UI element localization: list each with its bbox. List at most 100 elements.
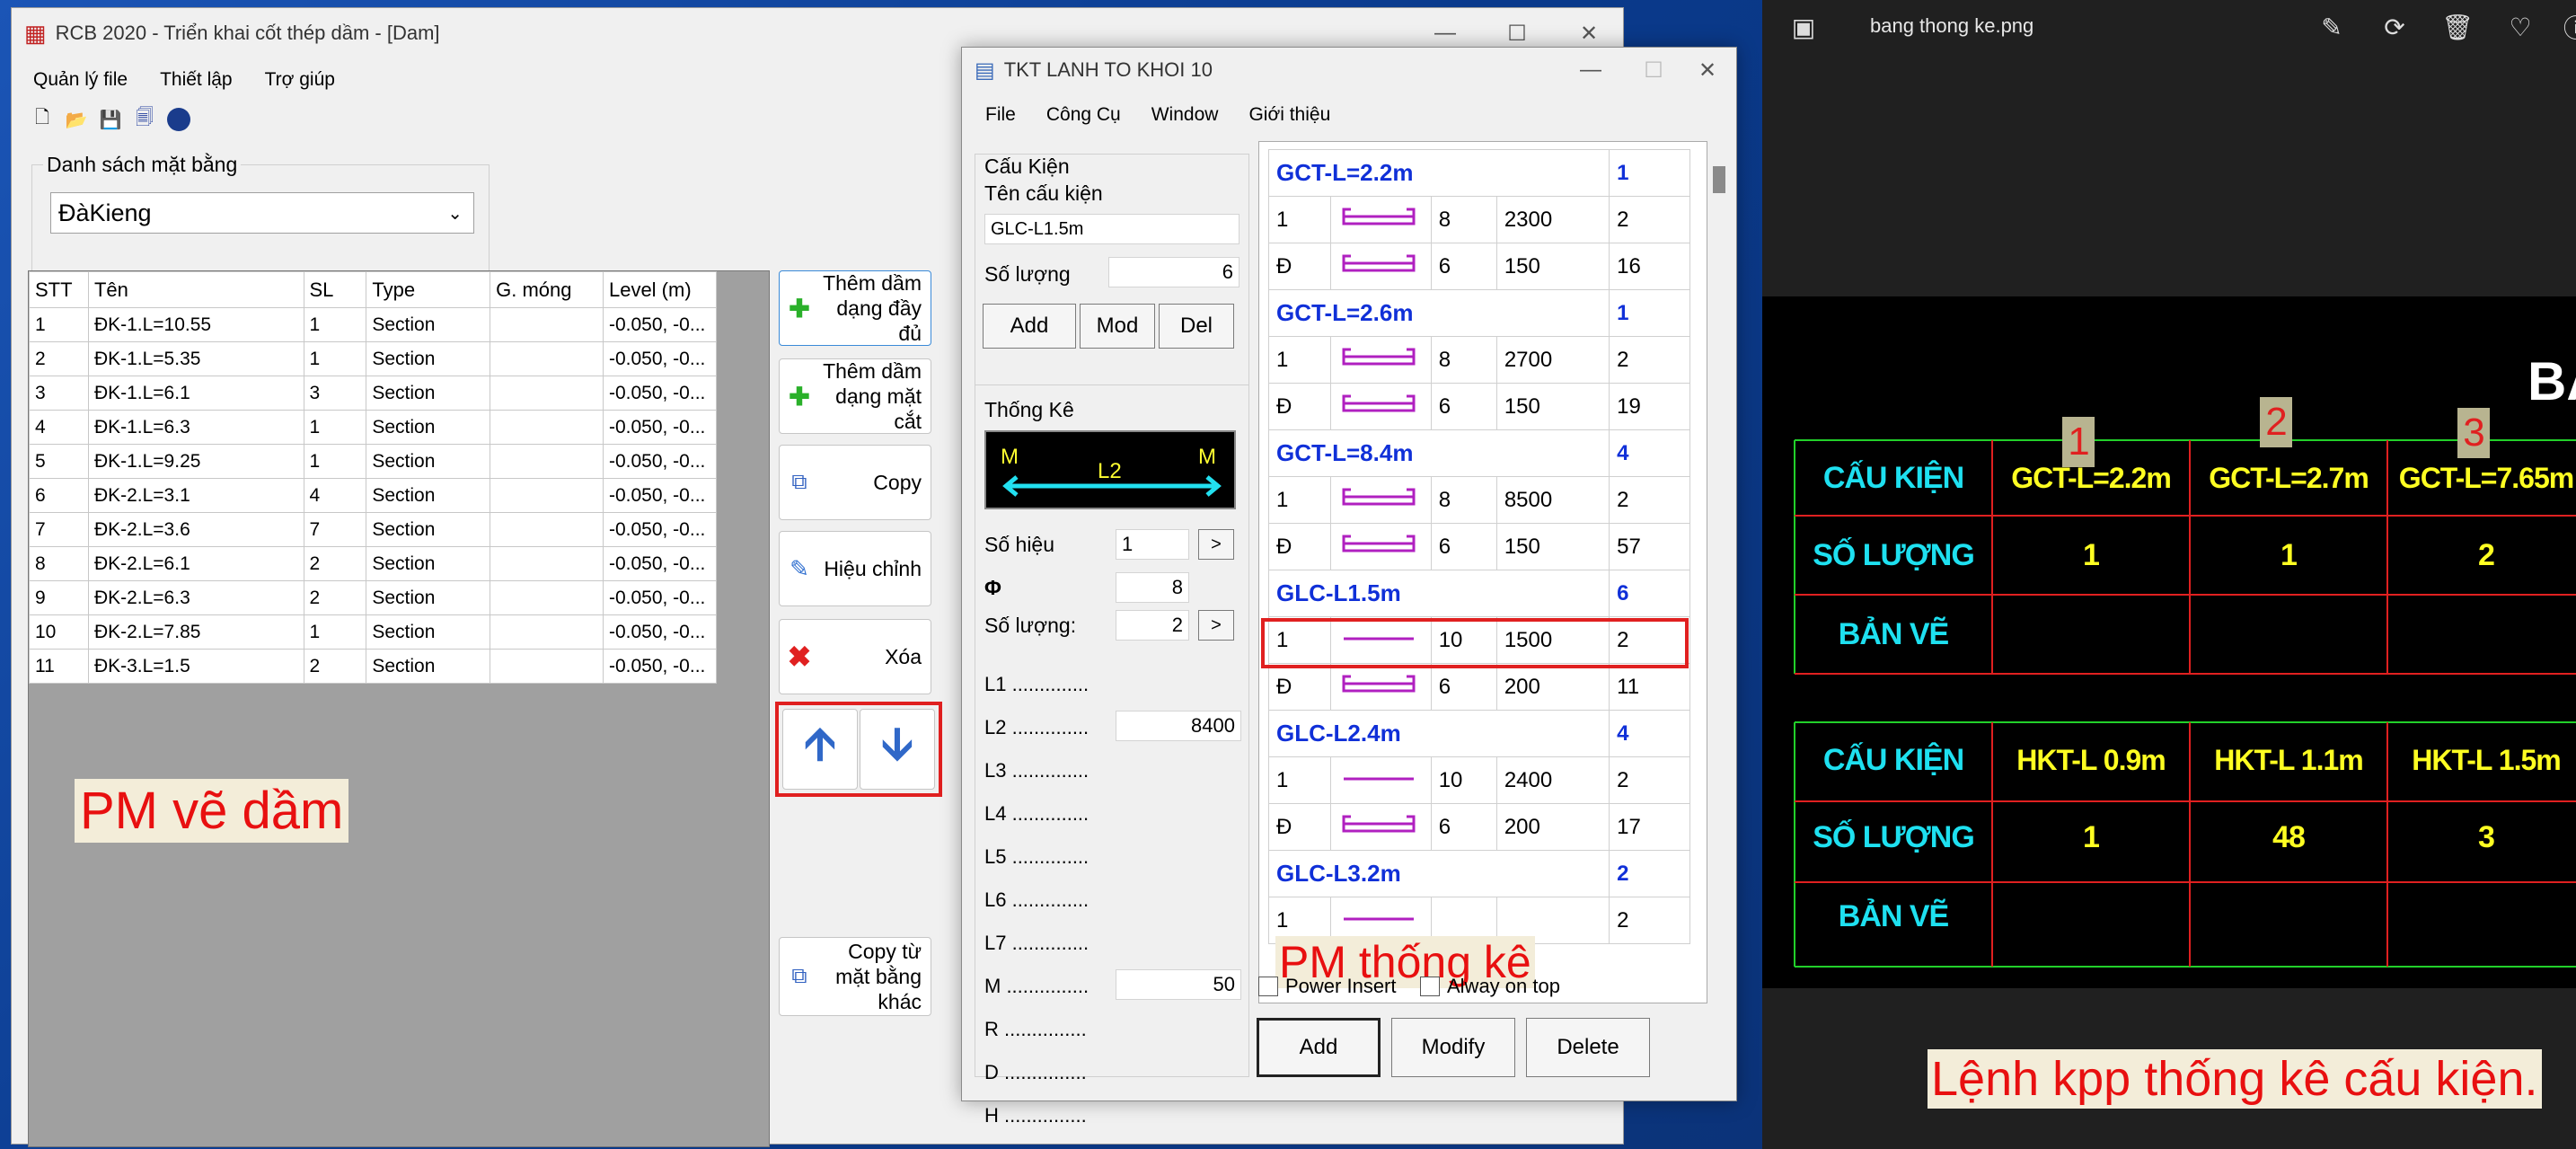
gallery-icon[interactable]: ▣	[1787, 11, 1820, 43]
stat-cell: 2	[1609, 897, 1690, 944]
phi-input[interactable]: 8	[1116, 572, 1189, 603]
bottom-modify-button[interactable]: Modify	[1391, 1018, 1515, 1077]
table-cell: 1	[303, 307, 367, 342]
ten-cau-kien-input[interactable]: GLC-L1.5m	[984, 214, 1239, 244]
column-header[interactable]: G. móng	[490, 271, 604, 308]
stat-detail-row[interactable]: 1 8 8500 2	[1268, 476, 1690, 524]
power-insert-checkbox[interactable]: Power Insert	[1258, 975, 1397, 998]
menu-file[interactable]: Quản lý file	[33, 69, 128, 91]
move-down-button[interactable]: 🡫	[860, 709, 935, 790]
edit-button[interactable]: ✎ Hiệu chỉnh	[779, 531, 931, 606]
table-cell: ĐK-1.L=9.25	[87, 444, 304, 479]
stat-detail-row[interactable]: Đ 6 200 17	[1268, 803, 1690, 851]
so-luong-input[interactable]: 6	[1108, 257, 1239, 287]
delete-icon[interactable]: 🗑	[2441, 11, 2474, 43]
column-header[interactable]: STT	[29, 271, 89, 308]
stat-detail-row[interactable]: 1 8 2700 2	[1268, 336, 1690, 384]
stat-detail-row[interactable]: Đ 6 200 11	[1268, 663, 1690, 711]
stat-mark: Đ	[1268, 523, 1331, 570]
mod-cau-kien-button[interactable]: Mod	[1080, 304, 1155, 349]
open-folder-icon[interactable]: 📂	[64, 107, 89, 132]
annotation-lenh-kpp: Lệnh kpp thống kê cấu kiện.	[1928, 1049, 2542, 1109]
so-luong2-input[interactable]: 2	[1116, 610, 1189, 641]
table-row[interactable]: 9 ĐK-2.L=6.3 2 Section -0.050, -0...	[29, 580, 718, 615]
tkt-menu-file[interactable]: File	[985, 104, 1016, 126]
cad-component-name: HKT-L 0.9m	[2016, 743, 2166, 776]
bottom-delete-button[interactable]: Delete	[1526, 1018, 1650, 1077]
dimension-input[interactable]: 8400	[1116, 711, 1241, 741]
add-full-beam-button[interactable]: ✚ Thêm dầm dạng đầy đủ	[779, 270, 931, 346]
new-file-icon[interactable]: 🗋	[30, 107, 55, 132]
so-luong-next-button[interactable]: >	[1198, 610, 1234, 641]
viewer-filename: bang thong ke.png	[1870, 14, 2034, 37]
tkt-menu-tools[interactable]: Công Cụ	[1046, 104, 1121, 126]
menu-settings[interactable]: Thiết lập	[160, 69, 233, 91]
tkt-minimize-button[interactable]: —	[1555, 48, 1627, 93]
table-row[interactable]: 4 ĐK-1.L=6.3 1 Section -0.050, -0...	[29, 410, 718, 445]
bottom-add-button[interactable]: Add	[1257, 1018, 1381, 1077]
column-header[interactable]: Tên	[87, 271, 304, 308]
rebar-shape-icon	[1329, 523, 1432, 570]
about-icon[interactable]	[166, 107, 191, 132]
stat-group-row[interactable]: GLC-L3.2m 2	[1267, 850, 1690, 897]
tkt-close-button[interactable]: ✕	[1672, 48, 1743, 93]
menu-help[interactable]: Trợ giúp	[265, 69, 335, 91]
stat-group-row[interactable]: GCT-L=2.2m 1	[1267, 149, 1690, 197]
table-row[interactable]: 6 ĐK-2.L=3.1 4 Section -0.050, -0...	[29, 478, 718, 513]
table-row[interactable]: 1 ĐK-1.L=10.55 1 Section -0.050, -0...	[29, 307, 718, 342]
stat-cell: 6	[1430, 803, 1497, 851]
stat-detail-row[interactable]: Đ 6 150 57	[1268, 523, 1690, 570]
edit-image-icon[interactable]: ✎	[2316, 11, 2348, 43]
add-section-beam-button[interactable]: ✚ Thêm dầm dạng mặt cắt	[779, 358, 931, 434]
column-header[interactable]: Level (m)	[602, 271, 718, 308]
table-row[interactable]: 10 ĐK-2.L=7.85 1 Section -0.050, -0...	[29, 614, 718, 650]
table-cell: 1	[303, 410, 367, 445]
copy-button[interactable]: ⧉ Copy	[779, 445, 931, 520]
stat-detail-row[interactable]: Đ 6 150 16	[1268, 243, 1690, 290]
favorite-icon[interactable]: ♡	[2504, 11, 2536, 43]
stat-name: GCT-L=2.6m	[1267, 289, 1610, 337]
column-header[interactable]: Type	[366, 271, 491, 308]
stat-detail-row[interactable]: 1 8 2300 2	[1268, 196, 1690, 243]
table-cell	[490, 307, 604, 342]
table-row[interactable]: 5 ĐK-1.L=9.25 1 Section -0.050, -0...	[29, 444, 718, 479]
stat-group-row[interactable]: GLC-L1.5m 6	[1267, 570, 1690, 617]
scrollbar-thumb[interactable]	[1713, 166, 1725, 193]
stat-group-row[interactable]: GCT-L=2.6m 1	[1267, 289, 1690, 337]
dimension-input[interactable]: 50	[1116, 969, 1241, 1000]
tkt-menu-window[interactable]: Window	[1151, 104, 1219, 126]
rebar-shape-icon	[1329, 243, 1432, 290]
dimension-row: L1 ..............	[984, 673, 1245, 716]
table-cell: 2	[303, 546, 367, 581]
stat-group-row[interactable]: GCT-L=8.4m 4	[1267, 429, 1690, 477]
table-row[interactable]: 11 ĐK-3.L=1.5 2 Section -0.050, -0...	[29, 649, 718, 684]
del-cau-kien-button[interactable]: Del	[1159, 304, 1234, 349]
copy-icon: ⧉	[791, 470, 807, 494]
cad-row-label: BẢN VẼ	[1838, 898, 1949, 933]
rotate-icon[interactable]: ⟳	[2378, 11, 2411, 43]
stat-mark: 1	[1268, 756, 1331, 804]
column-header[interactable]: SL	[303, 271, 367, 308]
plan-select[interactable]: ĐàKieng ⌄	[50, 192, 474, 234]
stat-group-row[interactable]: GLC-L2.4m 4	[1267, 710, 1690, 757]
delete-button[interactable]: ✖ Xóa	[779, 619, 931, 694]
so-hieu-input[interactable]: 1	[1116, 529, 1189, 560]
stat-detail-row[interactable]: Đ 6 150 19	[1268, 383, 1690, 430]
cad-component-count: 48	[2272, 819, 2306, 854]
table-row[interactable]: 7 ĐK-2.L=3.6 7 Section -0.050, -0...	[29, 512, 718, 547]
stats-scrollbar[interactable]	[1709, 141, 1729, 1003]
table-row[interactable]: 8 ĐK-2.L=6.1 2 Section -0.050, -0...	[29, 546, 718, 581]
save-all-icon[interactable]: 🗐	[132, 107, 157, 132]
table-cell: ĐK-3.L=1.5	[87, 649, 304, 684]
always-on-top-checkbox[interactable]: Alway on top	[1420, 975, 1560, 998]
info-icon[interactable]: ⓘ	[2560, 11, 2576, 43]
add-cau-kien-button[interactable]: Add	[983, 304, 1076, 349]
tkt-menu-about[interactable]: Giới thiệu	[1248, 104, 1330, 126]
so-hieu-next-button[interactable]: >	[1198, 529, 1234, 560]
stat-detail-row[interactable]: 1 10 2400 2	[1268, 756, 1690, 804]
copy-from-other-plan-button[interactable]: ⧉ Copy từ mặt bằng khác	[779, 937, 931, 1016]
save-icon[interactable]: 💾	[98, 107, 123, 132]
move-up-button[interactable]: 🡩	[782, 709, 858, 790]
table-row[interactable]: 2 ĐK-1.L=5.35 1 Section -0.050, -0...	[29, 341, 718, 376]
table-row[interactable]: 3 ĐK-1.L=6.1 3 Section -0.050, -0...	[29, 376, 718, 411]
